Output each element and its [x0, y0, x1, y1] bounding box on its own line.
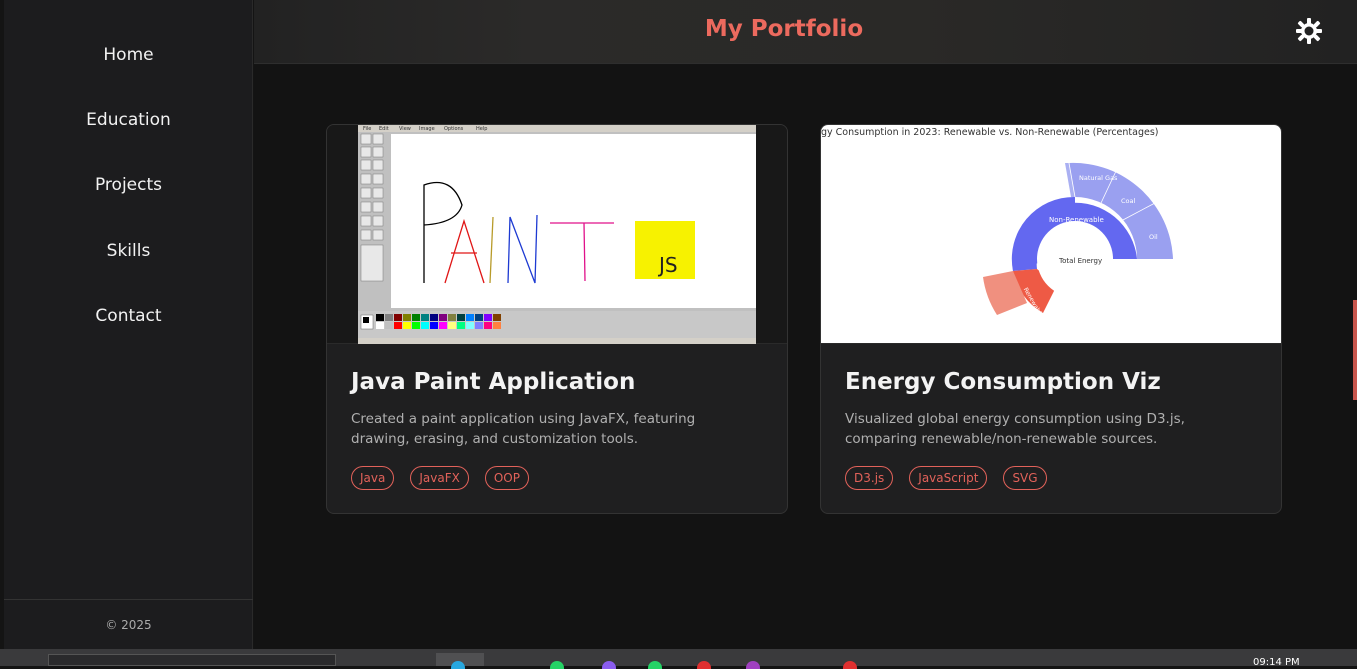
tag-java[interactable]: Java — [351, 466, 395, 490]
tag-list: D3.js JavaScript SVG — [845, 466, 1047, 490]
sun-icon[interactable] — [1296, 18, 1322, 44]
energy-chart-title: gy Consumption in 2023: Renewable vs. No… — [821, 127, 1159, 138]
nav-contact[interactable]: Contact — [4, 306, 253, 326]
scrollbar-thumb[interactable] — [1353, 300, 1357, 400]
project-description: Visualized global energy consumption usi… — [845, 411, 1185, 447]
paint-menu-view: View — [399, 126, 411, 132]
nav-projects[interactable]: Projects — [4, 175, 253, 195]
project-image-energy: gy Consumption in 2023: Renewable vs. No… — [821, 125, 1281, 344]
energy-outer-gas: Natural Gas — [1079, 174, 1118, 182]
nav-skills[interactable]: Skills — [4, 241, 253, 261]
browser-icon[interactable] — [451, 661, 465, 669]
project-card-energy[interactable]: gy Consumption in 2023: Renewable vs. No… — [820, 124, 1282, 514]
app-icon[interactable] — [648, 661, 662, 669]
app-icon[interactable] — [602, 661, 616, 669]
energy-center-label: Total Energy — [1058, 257, 1102, 265]
paint-menu-image: Image — [419, 126, 435, 132]
header: My Portfolio — [254, 0, 1357, 64]
paint-badge-text: JS — [657, 253, 678, 277]
energy-outer-oil: Oil — [1149, 233, 1158, 241]
paint-screenshot: File Edit View Image Options Help JS — [358, 125, 756, 344]
project-image-paint: File Edit View Image Options Help JS — [327, 125, 787, 344]
nav-education[interactable]: Education — [4, 110, 253, 130]
taskbar-clock: 09:14 PM — [1253, 657, 1300, 668]
project-title: Energy Consumption Viz — [845, 369, 1161, 395]
app-icon[interactable] — [843, 661, 857, 669]
nav-home[interactable]: Home — [4, 45, 253, 65]
taskbar — [0, 649, 1357, 666]
whatsapp-icon[interactable] — [550, 661, 564, 669]
paint-menu-options: Options — [444, 126, 464, 132]
page-title: My Portfolio — [704, 16, 864, 42]
taskbar-search[interactable] — [48, 654, 336, 666]
tag-d3js[interactable]: D3.js — [845, 466, 894, 490]
sidebar-divider — [4, 599, 253, 600]
copyright: © 2025 — [105, 618, 152, 632]
paint-menu-help: Help — [476, 126, 487, 132]
tag-oop[interactable]: OOP — [484, 466, 529, 490]
tag-javascript[interactable]: JavaScript — [909, 466, 988, 490]
energy-outer-coal: Coal — [1121, 197, 1135, 205]
paint-menu-edit: Edit — [379, 126, 389, 132]
energy-ring-nonrenewable: Non-Renewable — [1049, 216, 1104, 224]
sidebar: Home Education Projects Skills Contact ©… — [4, 0, 253, 649]
tag-list: Java JavaFX OOP — [351, 466, 529, 490]
tag-javafx[interactable]: JavaFX — [410, 466, 469, 490]
project-title: Java Paint Application — [351, 369, 636, 395]
app-icon[interactable] — [746, 661, 760, 669]
project-description: Created a paint application using JavaFX… — [351, 411, 696, 447]
project-card-paint[interactable]: File Edit View Image Options Help JS Jav… — [326, 124, 788, 514]
tag-svg[interactable]: SVG — [1003, 466, 1047, 490]
app-icon[interactable] — [697, 661, 711, 669]
paint-menu-file: File — [363, 126, 371, 132]
energy-sunburst-screenshot: gy Consumption in 2023: Renewable vs. No… — [821, 127, 1173, 319]
